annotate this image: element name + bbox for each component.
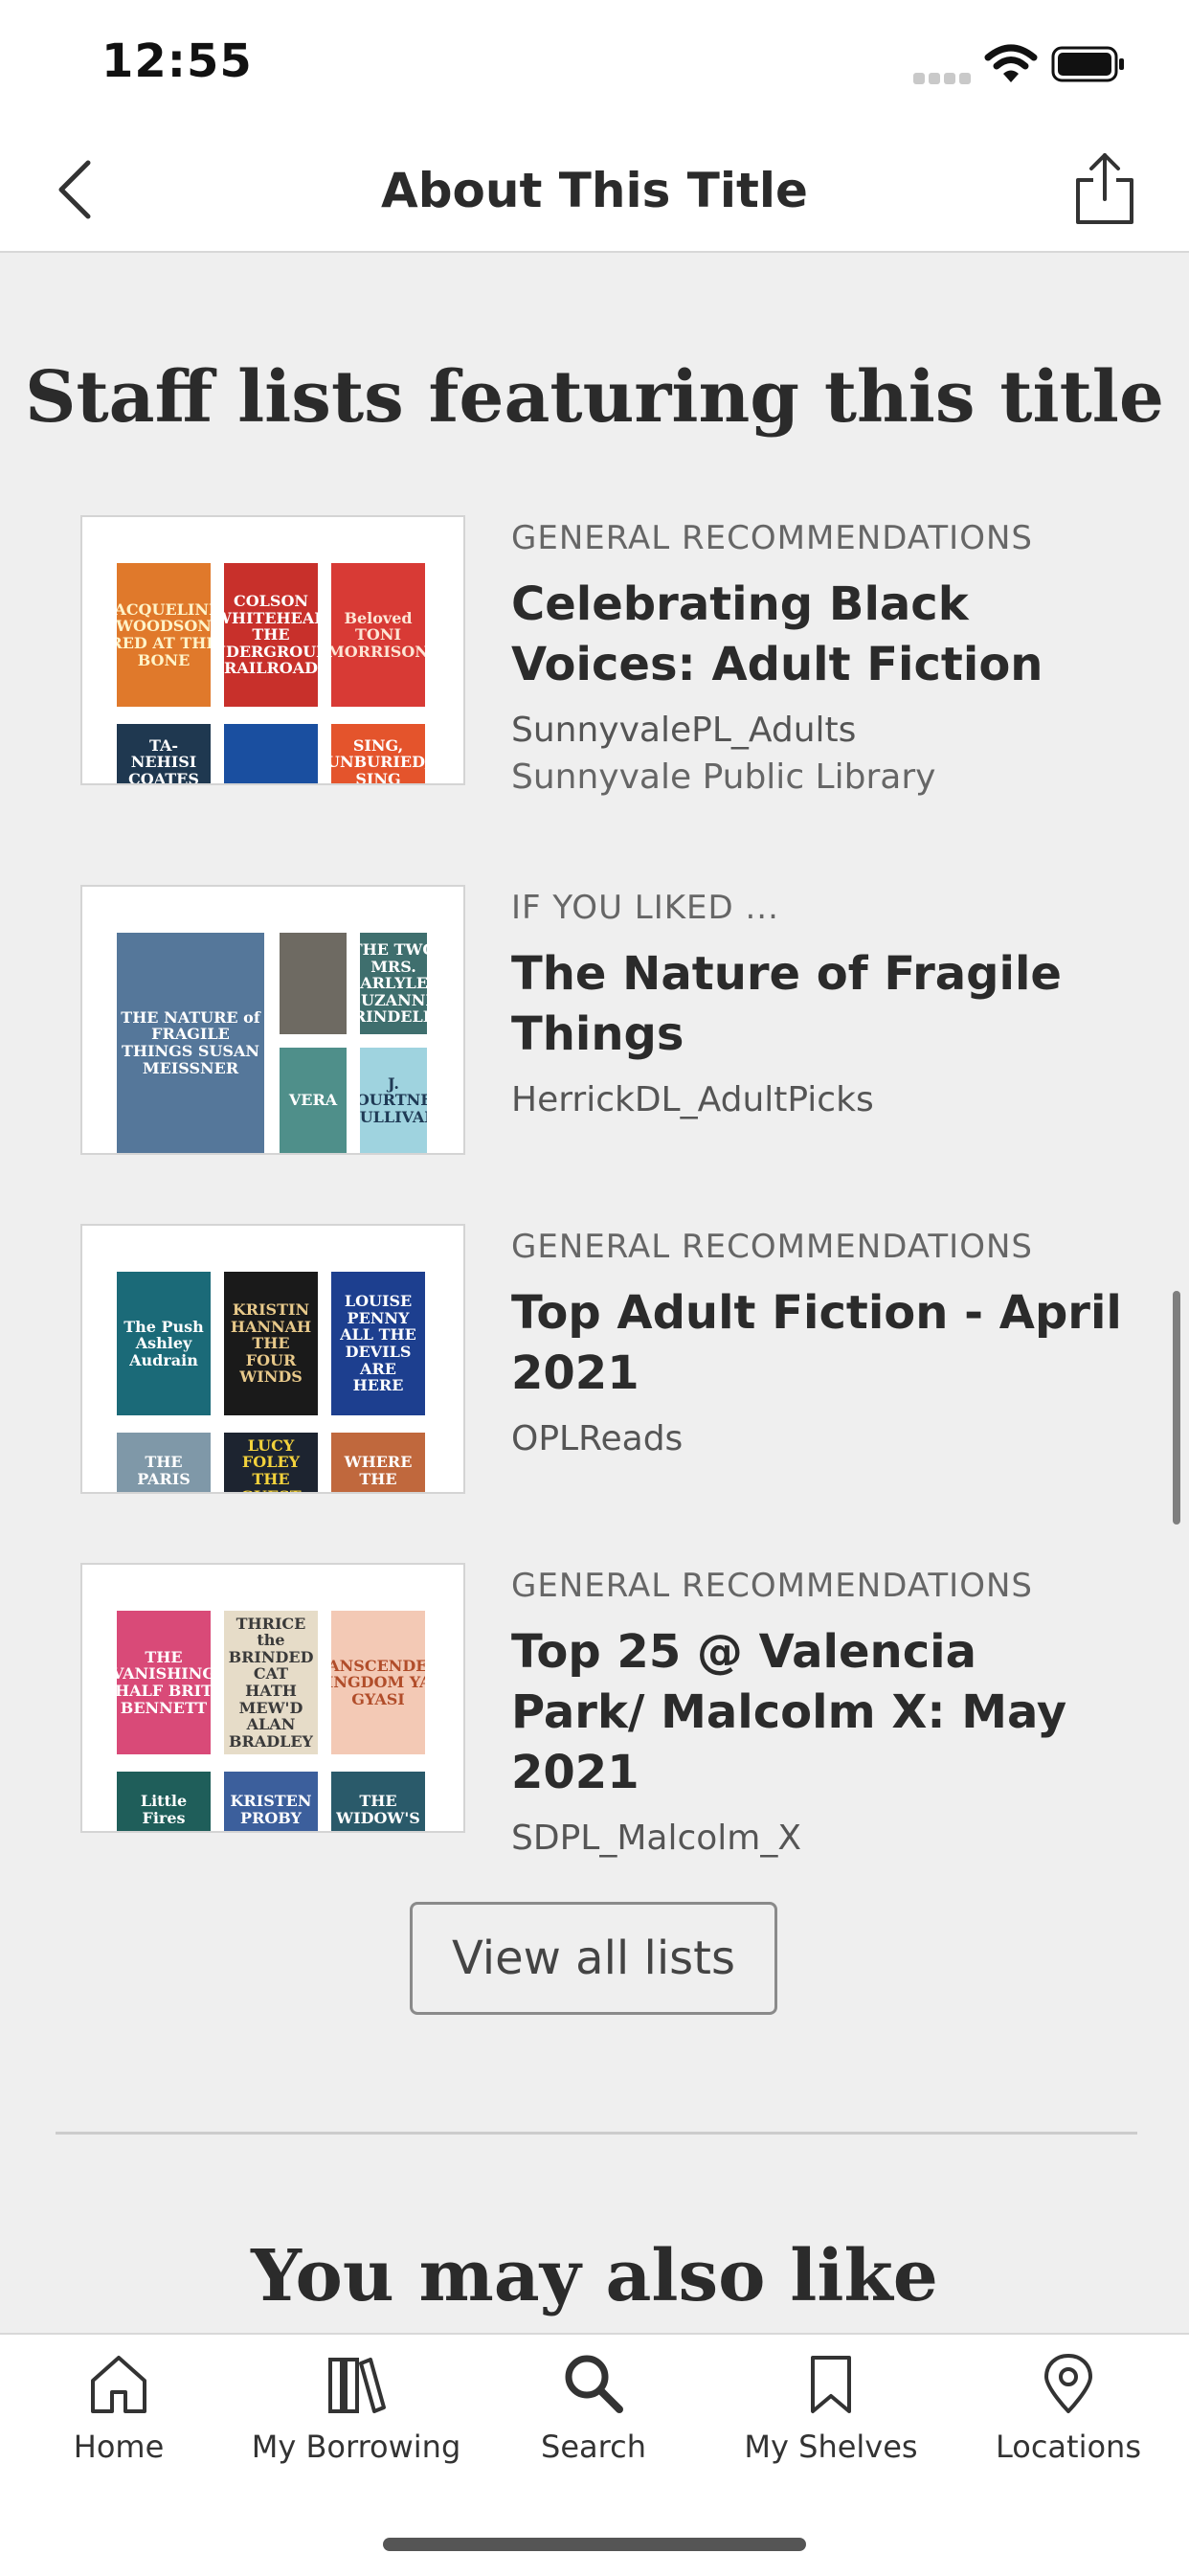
book-cover: J. COURTNEY SULLIVAN — [360, 1048, 427, 1153]
book-cover — [280, 933, 347, 1034]
view-all-lists-button[interactable]: View all lists — [410, 1902, 777, 2015]
list-category: GENERAL RECOMMENDATIONS — [511, 1567, 1033, 1605]
staff-list-card[interactable]: The Push Ashley Audrain KRISTIN HANNAH T… — [80, 1224, 1124, 1494]
status-time: 12:55 — [101, 34, 253, 88]
book-cover: VERA — [280, 1048, 347, 1153]
share-icon[interactable] — [1066, 149, 1143, 226]
list-author: OPLReads — [511, 1419, 684, 1458]
book-cover: THE WIDOW'S — [331, 1772, 425, 1831]
book-cover: COLSON WHITEHEAD THE UNDERGROUND RAILROA… — [224, 563, 318, 707]
book-cover: KRISTEN PROBY — [224, 1772, 318, 1831]
book-cover: LOUISE PENNY ALL THE DEVILS ARE HERE — [331, 1272, 425, 1415]
book-cover: TA-NEHISI COATES — [117, 724, 211, 783]
tab-locations[interactable]: Locations — [950, 2352, 1187, 2496]
book-cover: The Push Ashley Audrain — [117, 1272, 211, 1415]
search-icon — [565, 2355, 623, 2413]
book-cover — [224, 724, 318, 783]
battery-icon — [1051, 46, 1124, 82]
scrollbar[interactable] — [1173, 1291, 1180, 1525]
list-title[interactable]: Top Adult Fiction - April 2021 — [511, 1283, 1124, 1404]
list-category: GENERAL RECOMMENDATIONS — [511, 1228, 1033, 1266]
book-cover: Beloved TONI MORRISON — [331, 563, 425, 707]
book-cover: LUCY FOLEY THE GUEST — [224, 1433, 318, 1492]
list-author: HerrickDL_AdultPicks — [511, 1080, 874, 1119]
book-cover: TRANSCENDENT KINGDOM YAA GYASI — [331, 1611, 425, 1754]
book-cover: JACQUELINE WOODSON RED AT THE BONE — [117, 563, 211, 707]
location-pin-icon — [1044, 2354, 1092, 2413]
list-author: SunnyvalePL_Adults — [511, 711, 857, 750]
staff-list-card[interactable]: JACQUELINE WOODSON RED AT THE BONE COLSO… — [80, 515, 1124, 797]
book-cover: THE VANISHING HALF BRIT BENNETT — [117, 1611, 211, 1754]
bookmark-icon — [811, 2356, 851, 2413]
nav-bar: About This Title — [0, 128, 1189, 253]
list-cover-collage: The Push Ashley Audrain KRISTIN HANNAH T… — [80, 1224, 465, 1494]
book-cover: SING, UNBURIED, SING — [331, 724, 425, 783]
tab-label: Locations — [995, 2429, 1141, 2465]
tab-label: Search — [541, 2429, 646, 2465]
tab-search[interactable]: Search — [475, 2352, 712, 2496]
home-icon — [91, 2356, 146, 2413]
staff-list-card[interactable]: THE NATURE of FRAGILE THINGS SUSAN MEISS… — [80, 885, 1124, 1155]
staff-lists-heading: Staff lists featuring this title — [25, 356, 1164, 439]
list-cover-collage: JACQUELINE WOODSON RED AT THE BONE COLSO… — [80, 515, 465, 785]
book-cover: WHERE THE — [331, 1433, 425, 1492]
content-area[interactable]: Staff lists featuring this title JACQUEL… — [0, 253, 1189, 2333]
book-cover: THE TWO MRS. CARLYLES SUZANNE RINDELL — [360, 933, 427, 1034]
list-title[interactable]: Celebrating Black Voices: Adult Fiction — [511, 575, 1124, 695]
book-cover: Little Fires — [117, 1772, 211, 1831]
book-cover: THE PARIS — [117, 1433, 211, 1492]
wifi-icon — [984, 44, 1038, 82]
books-icon — [328, 2358, 386, 2413]
cellular-signal-icon — [913, 73, 971, 84]
section-divider — [56, 2132, 1137, 2135]
list-library: Sunnyvale Public Library — [511, 757, 936, 797]
list-author: SDPL_Malcolm_X — [511, 1819, 802, 1858]
tab-label: Home — [73, 2429, 165, 2465]
status-bar: 12:55 — [0, 0, 1189, 128]
page-title: About This Title — [381, 163, 808, 218]
list-cover-collage: THE NATURE of FRAGILE THINGS SUSAN MEISS… — [80, 885, 465, 1155]
tab-my-shelves[interactable]: My Shelves — [712, 2352, 950, 2496]
tab-label: My Borrowing — [251, 2429, 461, 2465]
book-cover: THRICE the BRINDED CAT HATH MEW'D ALAN B… — [224, 1611, 318, 1754]
tab-label: My Shelves — [744, 2429, 918, 2465]
book-cover: KRISTIN HANNAH THE FOUR WINDS — [224, 1272, 318, 1415]
staff-list-card[interactable]: THE VANISHING HALF BRIT BENNETT THRICE t… — [80, 1563, 1124, 1858]
tab-home[interactable]: Home — [0, 2352, 237, 2496]
also-like-heading: You may also like — [251, 2235, 938, 2317]
book-cover: THE NATURE of FRAGILE THINGS SUSAN MEISS… — [117, 933, 264, 1153]
list-cover-collage: THE VANISHING HALF BRIT BENNETT THRICE t… — [80, 1563, 465, 1833]
list-category: GENERAL RECOMMENDATIONS — [511, 519, 1033, 557]
home-indicator[interactable] — [383, 2538, 806, 2551]
list-title[interactable]: Top 25 @ Valencia Park/ Malcolm X: May 2… — [511, 1622, 1124, 1803]
tab-my-borrowing[interactable]: My Borrowing — [237, 2352, 475, 2496]
list-title[interactable]: The Nature of Fragile Things — [511, 944, 1124, 1065]
list-category: IF YOU LIKED ... — [511, 889, 779, 927]
